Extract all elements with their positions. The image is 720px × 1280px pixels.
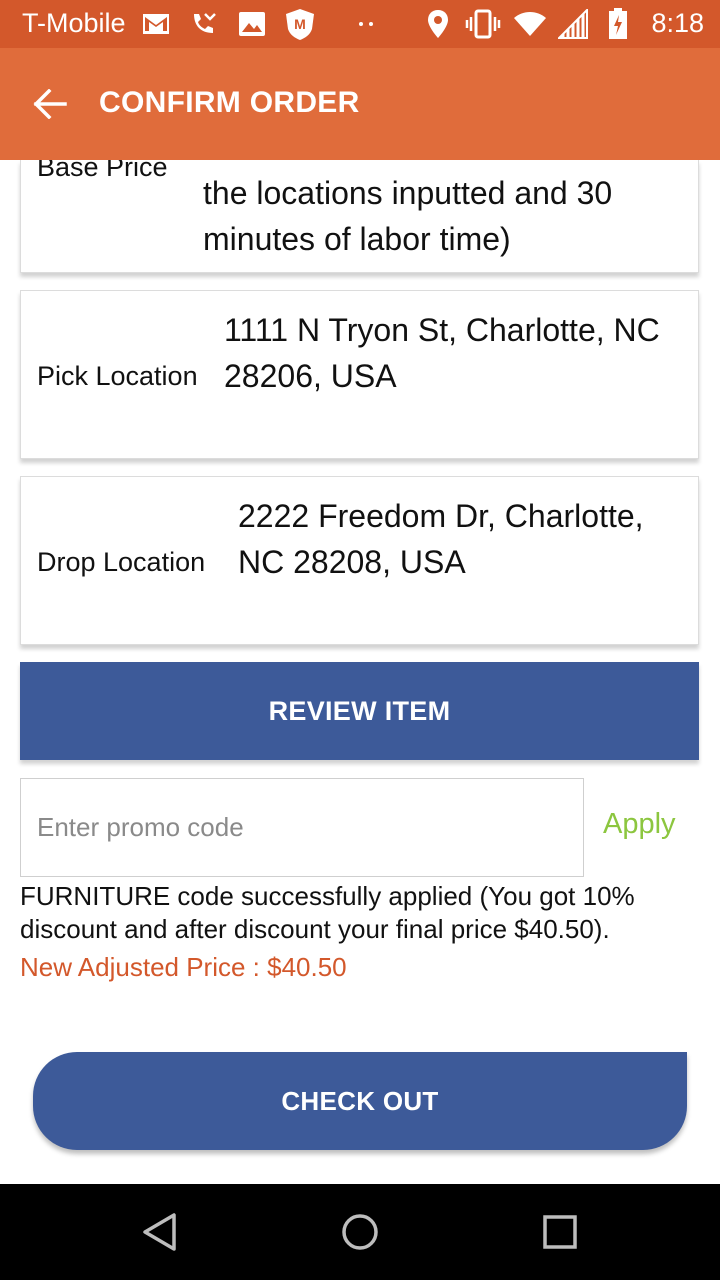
signal-icon: [556, 8, 590, 40]
battery-icon: [604, 8, 632, 40]
promo-code-input[interactable]: [20, 778, 584, 877]
back-triangle-icon[interactable]: [130, 1202, 190, 1262]
wifi-icon: [512, 8, 548, 40]
apply-promo-button[interactable]: Apply: [603, 808, 676, 841]
missed-call-icon: [187, 8, 219, 40]
adjusted-price: New Adjusted Price : $40.50: [20, 952, 347, 982]
drop-location-value: 2222 Freedom Dr, Charlotte, NC 28208, US…: [238, 498, 644, 580]
drop-location-label: Drop Location: [37, 547, 206, 577]
mcafee-icon: M: [282, 8, 318, 40]
carrier-name: T-Mobile: [22, 8, 126, 38]
base-price-value: the locations inputted and 30 minutes of…: [203, 175, 613, 257]
base-price-card: Base Price the locations inputted and 30…: [20, 160, 699, 273]
dots-icon: [352, 8, 380, 40]
status-time: 8:18: [651, 8, 704, 38]
app-bar: CONFIRM ORDER: [0, 48, 720, 160]
arrow-left-icon[interactable]: [28, 78, 72, 130]
pick-location-card: Pick Location 1111 N Tryon St, Charlotte…: [20, 290, 699, 459]
svg-text:M: M: [294, 16, 306, 32]
promo-success-message: FURNITURE code successfully applied (You…: [20, 881, 635, 944]
vibrate-icon: [464, 8, 502, 40]
review-item-button[interactable]: REVIEW ITEM: [20, 662, 699, 760]
checkout-button[interactable]: CHECK OUT: [33, 1052, 687, 1150]
pick-location-label: Pick Location: [37, 361, 198, 391]
status-bar: T-Mobile M 8:18: [0, 0, 720, 48]
navigation-bar: [0, 1184, 720, 1280]
page-title: CONFIRM ORDER: [99, 86, 360, 119]
drop-location-card: Drop Location 2222 Freedom Dr, Charlotte…: [20, 476, 699, 645]
gmail-icon: [140, 8, 172, 40]
recents-square-icon[interactable]: [530, 1202, 590, 1262]
base-price-label: Base Price: [37, 160, 168, 182]
home-circle-icon[interactable]: [330, 1202, 390, 1262]
image-icon: [236, 8, 268, 40]
location-icon: [424, 8, 452, 40]
pick-location-value: 1111 N Tryon St, Charlotte, NC 28206, US…: [224, 312, 660, 394]
